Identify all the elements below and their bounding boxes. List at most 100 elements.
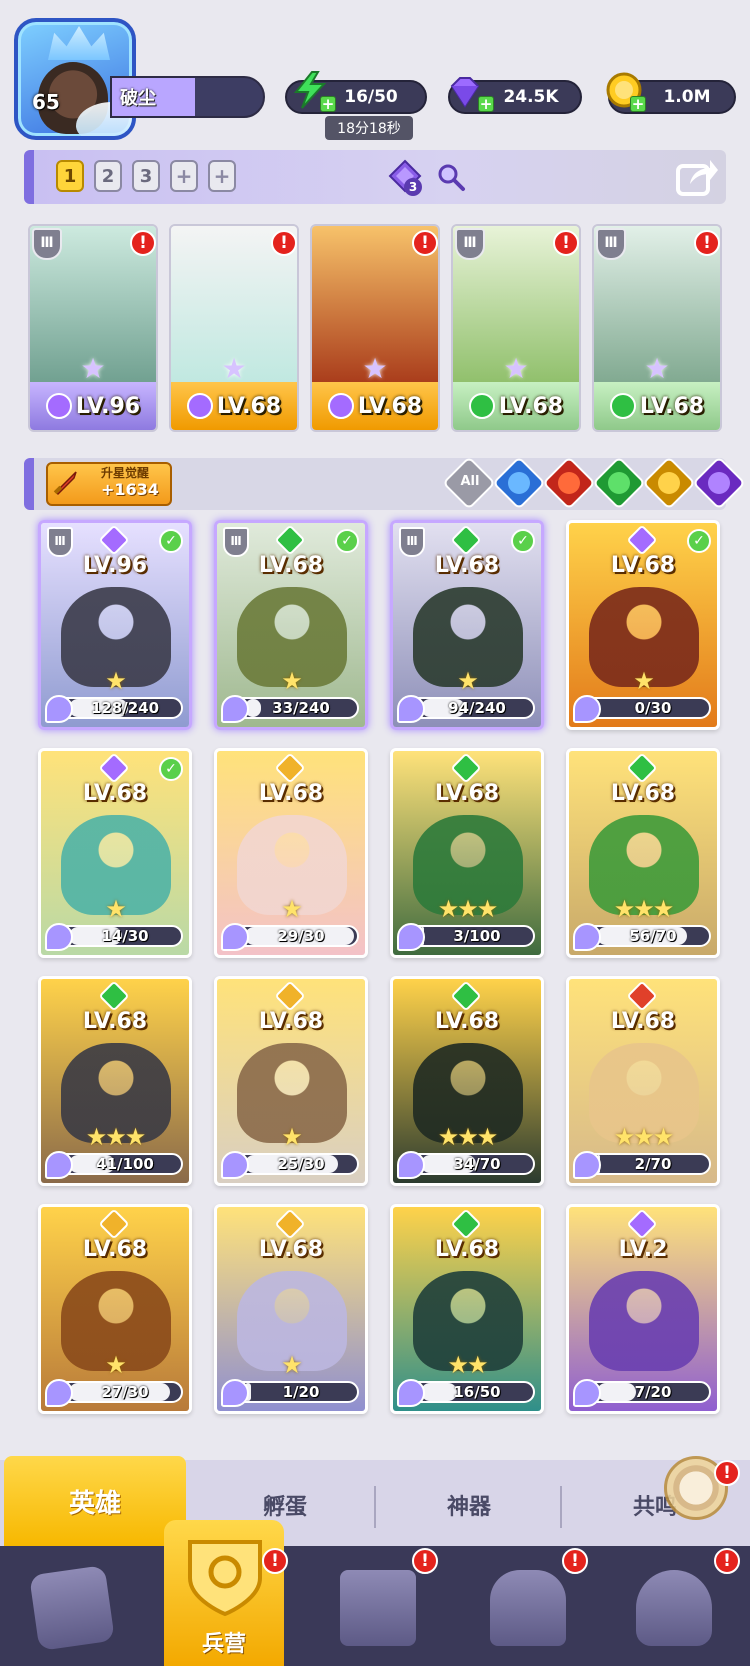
add-gold-button[interactable]: + (630, 96, 646, 112)
filter-all-label: All (460, 474, 480, 489)
hero-stars: ★ (633, 667, 655, 695)
hero-stars: ★ (105, 895, 127, 923)
hero-level: LV.68 (258, 553, 324, 578)
hero-card[interactable]: LV.68 ★ 1/20 (214, 1204, 368, 1414)
nav-map-icon[interactable] (340, 1570, 416, 1646)
add-gems-button[interactable]: + (478, 96, 494, 112)
fire-icon (558, 472, 580, 494)
shard-progress-text: 1/20 (282, 1383, 320, 1401)
subtab-artifacts[interactable]: 神器 (384, 1480, 554, 1530)
team-level: LV.68 (216, 393, 282, 419)
team-level: LV.68 (357, 393, 423, 419)
team-tab-2[interactable]: 2 (94, 160, 122, 192)
shard-progress-bar: 29/30 (221, 923, 359, 951)
shard-progress-bar: 56/70 (573, 923, 711, 951)
team-level-band: LV.68 (453, 382, 579, 430)
hero-level: LV.96 (82, 553, 148, 578)
shard-progress-text: 56/70 (629, 927, 677, 945)
add-energy-button[interactable]: + (320, 96, 336, 112)
hero-stars: ★ (105, 1351, 127, 1379)
shard-progress-text: 16/50 (453, 1383, 501, 1401)
shard-progress-bar: 34/70 (397, 1151, 535, 1179)
hero-stars: ★ (281, 1123, 303, 1151)
shard-progress-bar: 3/100 (397, 923, 535, 951)
shard-progress-bar: 16/50 (397, 1379, 535, 1407)
shard-progress-text: 3/100 (453, 927, 501, 945)
shard-progress-text: 27/30 (101, 1383, 149, 1401)
hero-level: LV.68 (434, 553, 500, 578)
hero-level: LV.68 (82, 1009, 148, 1034)
hero-stars: ★★ (447, 1351, 488, 1379)
alert-badge: ! (271, 230, 297, 256)
star-icon: ★ (644, 352, 670, 385)
hero-card[interactable]: ✓ LV.68 ★ 0/30 (566, 520, 720, 730)
nav-shop-icon[interactable] (490, 1570, 566, 1646)
hero-card[interactable]: LV.68 ★ 29/30 (214, 748, 368, 958)
team-level: LV.68 (498, 393, 564, 419)
hero-card[interactable]: LV.68 ★ 25/30 (214, 976, 368, 1186)
nav-cards-icon[interactable] (29, 1565, 115, 1651)
shard-progress-text: 25/30 (277, 1155, 325, 1173)
hero-card[interactable]: LV.68 ★★★ 41/100 (38, 976, 192, 1186)
hero-stars: ★ (281, 1351, 303, 1379)
check-icon: ✓ (335, 529, 359, 553)
team-tab-1[interactable]: 1 (56, 160, 84, 192)
hero-level: LV.68 (258, 1237, 324, 1262)
star-icon: ★ (503, 352, 529, 385)
nav-guild-icon[interactable] (636, 1570, 712, 1646)
team-tab-3[interactable]: 3 (132, 160, 160, 192)
hero-stars: ★★★ (613, 895, 675, 923)
alert-badge: ! (562, 1548, 588, 1574)
shard-progress-text: 29/30 (277, 927, 325, 945)
hero-card[interactable]: ✓ LV.68 ★ 14/30 (38, 748, 192, 958)
avatar-crown (48, 26, 110, 60)
hero-card[interactable]: Ⅲ ✓ LV.68 ★ 94/240 (390, 520, 544, 730)
alert-badge: ! (714, 1460, 740, 1486)
hero-card[interactable]: Ⅲ ✓ LV.68 ★ 33/240 (214, 520, 368, 730)
hero-card[interactable]: LV.68 ★★★ 3/100 (390, 748, 544, 958)
hero-stars: ★ (105, 667, 127, 695)
shard-progress-text: 14/30 (101, 927, 149, 945)
hero-card[interactable]: LV.68 ★★★ 34/70 (390, 976, 544, 1186)
shard-progress-text: 7/20 (634, 1383, 672, 1401)
shard-progress-bar: 7/20 (573, 1379, 711, 1407)
hero-card[interactable]: LV.2 7/20 (566, 1204, 720, 1414)
hero-level: LV.68 (610, 553, 676, 578)
subtab-heroes[interactable]: 英雄 (4, 1456, 186, 1546)
energy-timer: 18分18秒 (325, 116, 413, 140)
search-icon[interactable] (436, 162, 466, 192)
team-level-band: LV.68 (312, 382, 438, 430)
awaken-label: 升星觉醒 (101, 466, 150, 480)
alert-badge: ! (130, 230, 156, 256)
team-tab-add-1[interactable]: + (170, 160, 198, 192)
shard-progress-bar: 27/30 (45, 1379, 183, 1407)
alert-badge: ! (553, 230, 579, 256)
alert-badge: ! (694, 230, 720, 256)
hero-level: LV.2 (618, 1237, 668, 1262)
hero-card[interactable]: Ⅲ ✓ LV.96 ★ 128/240 (38, 520, 192, 730)
nav-barracks-label: 兵营 (201, 1632, 246, 1657)
hero-portrait (589, 1271, 699, 1371)
team-tab-add-2[interactable]: + (208, 160, 236, 192)
gem-value: 24.5K (503, 87, 559, 107)
hero-stars: ★★★ (437, 1123, 499, 1151)
check-icon: ✓ (511, 529, 535, 553)
shard-progress-bar: 14/30 (45, 923, 183, 951)
shard-progress-bar: 128/240 (45, 695, 183, 723)
shard-progress-bar: 25/30 (221, 1151, 359, 1179)
hero-card[interactable]: LV.68 ★★★ 2/70 (566, 976, 720, 1186)
hero-stars: ★★★ (85, 1123, 147, 1151)
shard-progress-text: 2/70 (634, 1155, 672, 1173)
share-icon[interactable] (676, 156, 720, 198)
subtab-divider (374, 1486, 376, 1528)
hero-card[interactable]: LV.68 ★★ 16/50 (390, 1204, 544, 1414)
hero-level: LV.68 (258, 781, 324, 806)
star-icon: ★ (221, 352, 247, 385)
hero-card[interactable]: LV.68 ★ 27/30 (38, 1204, 192, 1414)
alert-badge: ! (262, 1548, 288, 1574)
star-icon: ★ (362, 352, 388, 385)
barracks-shield-icon (188, 1540, 262, 1617)
hero-card[interactable]: LV.68 ★★★ 56/70 (566, 748, 720, 958)
team-bar (24, 150, 726, 204)
hero-level: LV.68 (258, 1009, 324, 1034)
